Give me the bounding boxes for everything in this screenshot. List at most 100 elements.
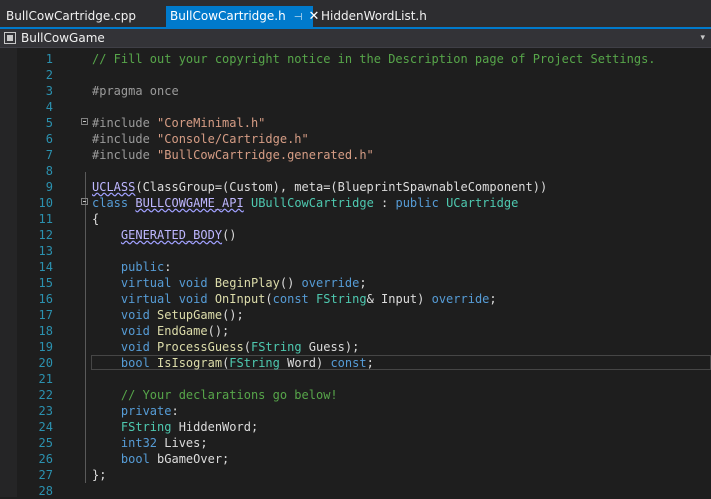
code-line[interactable]: 19 void ProcessGuess(FString Guess);: [0, 339, 711, 355]
code-text: int32 Lives;: [92, 435, 208, 451]
code-token: UBullCowCartridge: [250, 196, 374, 210]
code-token: HiddenWord;: [171, 420, 259, 434]
chevron-down-icon: ▾: [700, 33, 705, 43]
code-line[interactable]: 6 #include "Console/Cartridge.h": [0, 131, 711, 147]
code-text: // Fill out your copyright notice in the…: [92, 51, 656, 67]
code-line[interactable]: 11 {: [0, 211, 711, 227]
code-token: :: [373, 196, 396, 210]
code-text: void ProcessGuess(FString Guess);: [92, 339, 359, 355]
code-token: public: [395, 196, 447, 210]
line-number: 14: [38, 260, 53, 274]
code-token: "CoreMinimal.h": [157, 116, 266, 130]
code-line[interactable]: 20 bool IsIsogram(FString Word) const;: [0, 355, 711, 371]
code-line[interactable]: 26 bool bGameOver;: [0, 451, 711, 467]
code-text: FString HiddenWord;: [92, 419, 258, 435]
code-line[interactable]: 15 virtual void BeginPlay() override;: [0, 275, 711, 291]
code-line[interactable]: 13: [0, 243, 711, 259]
code-line[interactable]: 4: [0, 99, 711, 115]
line-number: 26: [38, 452, 53, 466]
code-line[interactable]: 23 private:: [0, 403, 711, 419]
code-line[interactable]: 12 GENERATED_BODY(): [0, 227, 711, 243]
tab-bullcowcartridge-cpp[interactable]: BullCowCartridge.cpp: [6, 6, 136, 27]
line-number: 2: [45, 68, 53, 82]
code-line[interactable]: 16 virtual void OnInput(const FString& I…: [0, 291, 711, 307]
code-text: UCLASS(ClassGroup=(Custom), meta=(Bluepr…: [92, 179, 547, 195]
tab-bullcowcartridge-h[interactable]: BullCowCartridge.h ⊣ ✕: [166, 6, 319, 27]
code-token: :: [171, 404, 179, 418]
line-number: 4: [45, 100, 53, 114]
code-text: #include "CoreMinimal.h": [92, 115, 265, 131]
code-line[interactable]: 1 // Fill out your copyright notice in th…: [0, 51, 711, 67]
code-token: #include: [92, 132, 158, 146]
code-token: const: [272, 292, 316, 306]
code-token: (: [243, 340, 251, 354]
code-line[interactable]: 22 // Your declarations go below!: [0, 387, 711, 403]
project-dropdown[interactable]: BullCowGame ▾: [0, 29, 705, 47]
line-number: 16: [38, 292, 53, 306]
code-token: (): [279, 276, 302, 290]
document-tab-bar: BullCowCartridge.cpp BullCowCartridge.h ⊣…: [0, 0, 711, 27]
code-line[interactable]: 7 #include "BullCowCartridge.generated.h": [0, 147, 711, 163]
code-token: public: [120, 260, 165, 274]
code-token: #pragma once: [92, 84, 179, 98]
code-editor[interactable]: 1 // Fill out your copyright notice in th…: [0, 48, 711, 498]
code-token: (: [265, 292, 273, 306]
code-token: FString: [120, 420, 172, 434]
line-number: 19: [38, 340, 53, 354]
line-number: 22: [38, 388, 53, 402]
code-token: OnInput: [214, 292, 266, 306]
code-line[interactable]: 21: [0, 371, 711, 387]
code-token: void: [120, 308, 158, 322]
close-icon[interactable]: ✕: [308, 9, 319, 24]
code-token: "Console/Cartridge.h": [157, 132, 309, 146]
line-number: 24: [38, 420, 53, 434]
line-number: 25: [38, 436, 53, 450]
code-token: bool: [120, 452, 158, 466]
collapse-toggle-icon[interactable]: [81, 118, 88, 125]
line-number: 27: [38, 468, 53, 482]
code-line[interactable]: 9 UCLASS(ClassGroup=(Custom), meta=(Bluep…: [0, 179, 711, 195]
line-number: 20: [38, 356, 53, 370]
code-text: void SetupGame();: [92, 307, 244, 323]
code-text: #include "Console/Cartridge.h": [92, 131, 309, 147]
code-line[interactable]: 8: [0, 163, 711, 179]
code-token: // Fill out your copyright notice in the…: [92, 52, 656, 66]
code-line[interactable]: 14 public:: [0, 259, 711, 275]
code-token: SetupGame: [157, 308, 223, 322]
code-token: {: [92, 212, 100, 226]
code-line[interactable]: 24 FString HiddenWord;: [0, 419, 711, 435]
code-line[interactable]: 25 int32 Lives;: [0, 435, 711, 451]
code-text: virtual void OnInput(const FString& Inpu…: [92, 291, 497, 307]
project-label: BullCowGame: [21, 31, 105, 45]
code-token: ;: [366, 356, 374, 370]
code-line[interactable]: 18 void EndGame();: [0, 323, 711, 339]
pin-icon[interactable]: ⊣: [294, 12, 303, 23]
code-line[interactable]: 27};: [0, 467, 711, 483]
code-line[interactable]: 3 #pragma once: [0, 83, 711, 99]
code-token: Guess);: [301, 340, 360, 354]
code-token: Lives;: [157, 436, 208, 450]
code-token: void: [178, 276, 215, 290]
code-token: const: [330, 356, 367, 370]
tab-hiddenwordlist-h[interactable]: HiddenWordList.h: [321, 6, 427, 27]
collapse-toggle-icon[interactable]: [81, 198, 88, 205]
code-line[interactable]: 2: [0, 67, 711, 83]
code-text: };: [92, 467, 106, 483]
code-line[interactable]: 10 class BULLCOWGAME_API UBullCowCartridg…: [0, 195, 711, 211]
code-line[interactable]: 17 void SetupGame();: [0, 307, 711, 323]
line-number: 21: [38, 372, 53, 386]
code-text: public:: [92, 259, 172, 275]
code-line[interactable]: 5 #include "CoreMinimal.h": [0, 115, 711, 131]
project-icon: [4, 32, 16, 44]
code-token: bool: [120, 356, 158, 370]
